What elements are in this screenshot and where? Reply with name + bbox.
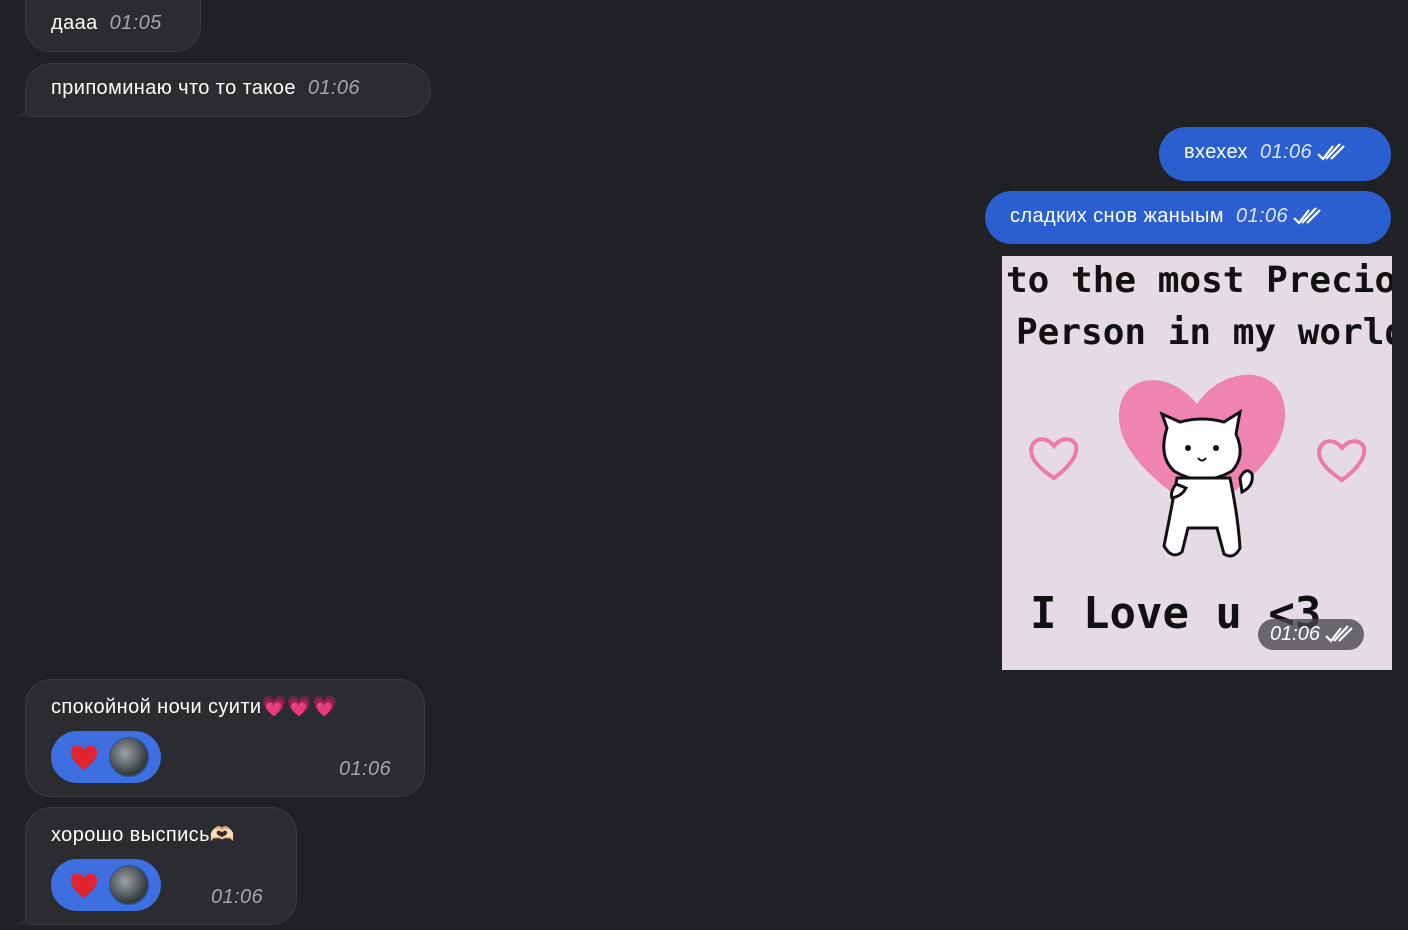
message-incoming[interactable]: хорошо выспись🫶🏻 01:06	[25, 807, 297, 925]
message-time: 01:06	[1235, 205, 1289, 227]
message-text: хорошо выспись	[51, 824, 210, 846]
emoji-heart-hands: 🫶🏻	[209, 824, 236, 846]
bubble-tail	[14, 100, 36, 116]
heart-reaction-icon	[70, 745, 98, 770]
message-outgoing[interactable]: вхехех 01:06	[1159, 127, 1391, 181]
message-text: сладких снов жаныым	[1010, 205, 1224, 227]
reaction-pill[interactable]	[51, 731, 161, 783]
sticker-line-1: to the most Precious	[1006, 260, 1392, 301]
message-time: 01:06	[1259, 141, 1313, 163]
heart-reaction-icon	[70, 873, 98, 898]
message-time: 01:06	[339, 758, 392, 780]
bubble-tail	[14, 908, 36, 924]
message-time: 01:06	[1269, 623, 1320, 645]
message-outgoing[interactable]: сладких снов жаныым 01:06	[985, 191, 1391, 244]
message-text: дааа	[51, 12, 98, 34]
message-time: 01:06	[211, 886, 264, 908]
message-text: вхехех	[1184, 141, 1248, 163]
chat-history: дааа 01:05 припоминаю что то такое 01:06 в…	[0, 0, 1408, 930]
double-check-icon	[1325, 624, 1353, 643]
sticker-message[interactable]: to the most Precious Person in my world …	[1002, 256, 1408, 670]
avatar	[109, 737, 149, 777]
sticker-time-badge: 01:06	[1257, 619, 1364, 650]
message-incoming[interactable]: припоминаю что то такое 01:06	[25, 63, 431, 117]
message-incoming[interactable]: спокойной ночи суити💗💗💗 01:06	[25, 679, 425, 797]
sticker-line-2: Person in my world	[1016, 312, 1392, 353]
message-text: спокойной ночи суити	[51, 696, 262, 718]
reaction-pill[interactable]	[51, 859, 161, 911]
message-incoming[interactable]: дааа 01:05	[25, 0, 201, 52]
double-check-icon	[1293, 206, 1321, 225]
emoji-hearts: 💗💗💗	[261, 696, 338, 718]
double-check-icon	[1317, 142, 1345, 161]
message-text: припоминаю что то такое	[51, 77, 296, 99]
message-time: 01:05	[109, 12, 162, 34]
avatar	[109, 865, 149, 905]
message-time: 01:06	[307, 77, 360, 99]
sticker-image: to the most Precious Person in my world …	[1006, 260, 1408, 639]
